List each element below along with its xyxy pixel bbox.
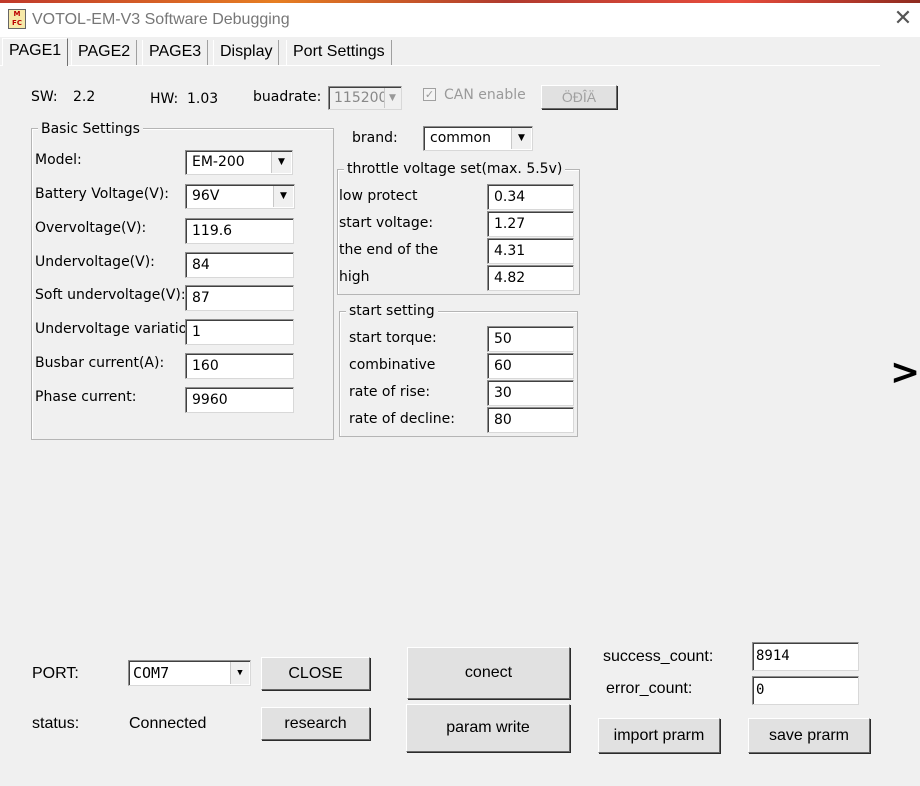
sw-value: 2.2 <box>73 89 96 105</box>
combinative-field[interactable]: 60 <box>487 353 574 379</box>
app-logo-icon: M FC <box>8 9 26 29</box>
tab-page1[interactable]: PAGE1 <box>2 38 69 66</box>
rate-of-decline-field[interactable]: 80 <box>487 407 574 433</box>
start-voltage-label: start voltage: <box>339 215 434 231</box>
end-voltage-label: the end of the <box>339 242 439 258</box>
rate-of-decline-label: rate of decline: <box>349 411 456 427</box>
undervoltage-variation-label: Undervoltage variation: <box>35 321 201 337</box>
overvoltage-field[interactable]: 119.6 <box>185 218 294 244</box>
can-enable-label: CAN enable <box>444 87 526 103</box>
port-value: COM7 <box>133 664 170 682</box>
status-value: Connected <box>129 715 207 732</box>
port-select[interactable]: COM7 ▼ <box>128 660 251 686</box>
success-count-label: success_count: <box>603 648 714 665</box>
hw-value: 1.03 <box>187 91 219 107</box>
undervoltage-variation-field[interactable]: 1 <box>185 319 294 345</box>
error-count-label: error_count: <box>606 680 693 697</box>
high-label: high <box>339 269 370 285</box>
port-label: PORT: <box>32 665 79 682</box>
start-voltage-field[interactable]: 1.27 <box>487 211 574 237</box>
param-write-button[interactable]: param write <box>406 704 570 752</box>
model-value: EM-200 <box>192 154 245 170</box>
busbar-current-field[interactable]: 160 <box>185 353 294 379</box>
baudrate-value: 115200 <box>334 90 388 106</box>
busbar-current-label: Busbar current(A): <box>35 355 165 371</box>
tab-page2[interactable]: PAGE2 <box>71 40 138 65</box>
phase-current-field[interactable]: 9960 <box>185 387 294 413</box>
tab-port-settings[interactable]: Port Settings <box>286 40 392 65</box>
start-torque-label: start torque: <box>349 330 437 346</box>
connect-button[interactable]: conect <box>407 647 570 699</box>
brand-label: brand: <box>352 130 398 146</box>
brand-value: common <box>430 130 491 146</box>
window-title: VOTOL-EM-V3 Software Debugging <box>32 11 290 28</box>
start-torque-field[interactable]: 50 <box>487 326 574 352</box>
chevron-down-icon: ▼ <box>384 88 400 108</box>
model-select[interactable]: EM-200 ▼ <box>185 150 293 175</box>
chevron-down-icon: ▼ <box>273 186 293 207</box>
tab-page3[interactable]: PAGE3 <box>142 40 209 65</box>
undervoltage-field[interactable]: 84 <box>185 252 294 278</box>
soft-undervoltage-field[interactable]: 87 <box>185 285 294 311</box>
language-button[interactable]: ÖĐÎÄ <box>541 85 617 109</box>
low-protect-label: low protect <box>339 188 418 204</box>
end-voltage-field[interactable]: 4.31 <box>487 238 574 264</box>
next-page-chevron-icon[interactable]: > <box>890 352 920 393</box>
sw-label: SW: <box>31 89 58 105</box>
model-label: Model: <box>35 152 82 168</box>
brand-select[interactable]: common ▼ <box>423 126 533 151</box>
tab-display[interactable]: Display <box>213 40 280 65</box>
undervoltage-label: Undervoltage(V): <box>35 254 155 270</box>
import-param-button[interactable]: import prarm <box>598 718 720 753</box>
baudrate-label: buadrate: <box>253 89 322 105</box>
battery-voltage-select[interactable]: 96V ▼ <box>185 184 295 209</box>
battery-voltage-value: 96V <box>192 188 220 204</box>
baudrate-select[interactable]: 115200 ▼ <box>328 86 402 110</box>
phase-current-label: Phase current: <box>35 389 137 405</box>
hw-label: HW: <box>150 91 179 107</box>
close-icon[interactable]: ✕ <box>890 6 916 32</box>
can-enable-checkbox[interactable]: ✓ <box>423 88 436 101</box>
chevron-down-icon: ▼ <box>271 152 291 173</box>
soft-undervoltage-label: Soft undervoltage(V): <box>35 287 186 303</box>
error-count-field[interactable]: 0 <box>752 676 859 705</box>
throttle-voltage-title: throttle voltage set(max. 5.5v) <box>344 161 566 177</box>
low-protect-field[interactable]: 0.34 <box>487 184 574 210</box>
chevron-down-icon: ▼ <box>230 662 249 684</box>
basic-settings-title: Basic Settings <box>38 121 143 137</box>
chevron-down-icon: ▼ <box>511 128 531 149</box>
battery-voltage-label: Battery Voltage(V): <box>35 186 169 202</box>
combinative-label: combinative <box>349 357 436 373</box>
overvoltage-label: Overvoltage(V): <box>35 220 147 236</box>
save-param-button[interactable]: save prarm <box>748 718 870 753</box>
success-count-field[interactable]: 8914 <box>752 642 859 671</box>
start-setting-title: start setting <box>346 303 438 319</box>
status-label: status: <box>32 715 80 732</box>
rate-of-rise-label: rate of rise: <box>349 384 431 400</box>
research-button[interactable]: research <box>261 707 370 740</box>
close-port-button[interactable]: CLOSE <box>261 657 370 690</box>
rate-of-rise-field[interactable]: 30 <box>487 380 574 406</box>
high-field[interactable]: 4.82 <box>487 265 574 291</box>
